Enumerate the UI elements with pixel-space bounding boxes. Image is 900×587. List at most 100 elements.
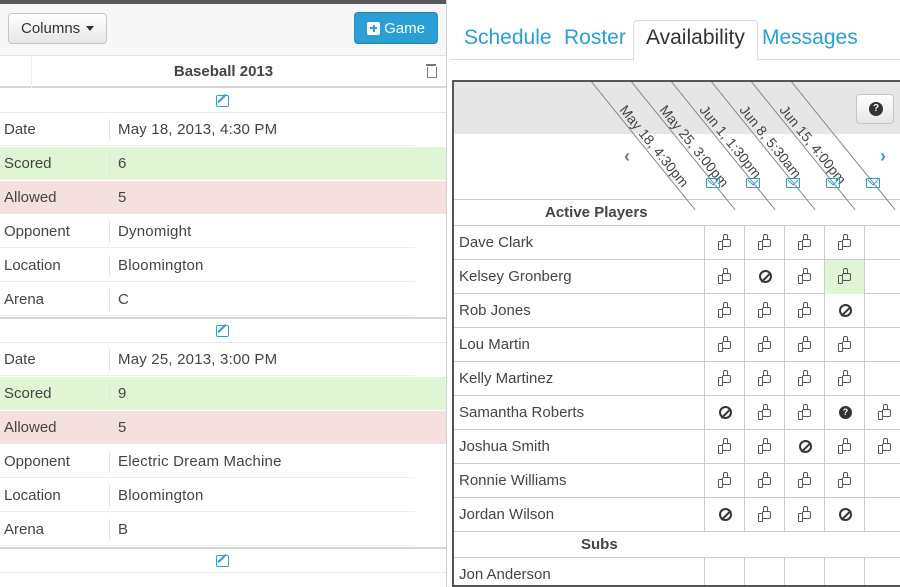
arena-row: Arena C bbox=[0, 283, 446, 317]
availability-cell[interactable] bbox=[744, 260, 784, 294]
availability-cell[interactable] bbox=[864, 328, 900, 362]
player-name[interactable]: Jon Anderson bbox=[459, 566, 551, 583]
trash-icon[interactable] bbox=[426, 64, 437, 78]
availability-cell[interactable] bbox=[784, 226, 824, 260]
opponent-row: Opponent Dynomight bbox=[0, 215, 446, 249]
availability-cell[interactable] bbox=[784, 430, 824, 464]
thumbs-up-icon bbox=[838, 268, 851, 284]
availability-cell[interactable] bbox=[824, 498, 864, 532]
player-row: Jon Anderson bbox=[454, 558, 900, 585]
tab-roster[interactable]: Roster bbox=[564, 20, 626, 60]
availability-cell[interactable] bbox=[704, 260, 744, 294]
date-row: Date May 18, 2013, 4:30 PM bbox=[0, 113, 446, 147]
availability-cell[interactable] bbox=[824, 362, 864, 396]
player-name[interactable]: Lou Martin bbox=[459, 336, 530, 353]
thumbs-up-icon bbox=[798, 302, 811, 318]
edit-icon[interactable] bbox=[216, 95, 229, 107]
season-title: Baseball 2013 bbox=[173, 63, 274, 80]
availability-cell[interactable] bbox=[824, 558, 864, 585]
availability-cell[interactable] bbox=[744, 226, 784, 260]
availability-cell[interactable] bbox=[744, 558, 784, 585]
player-name[interactable]: Ronnie Williams bbox=[459, 472, 567, 489]
availability-cell[interactable] bbox=[784, 558, 824, 585]
availability-cell[interactable] bbox=[784, 260, 824, 294]
player-name[interactable]: Kelsey Gronberg bbox=[459, 268, 572, 285]
availability-cell[interactable] bbox=[824, 464, 864, 498]
availability-cell[interactable] bbox=[704, 498, 744, 532]
availability-cell[interactable] bbox=[704, 396, 744, 430]
availability-cell[interactable] bbox=[824, 328, 864, 362]
game-card bbox=[0, 549, 446, 573]
thumbs-up-icon bbox=[718, 438, 731, 454]
availability-cell[interactable] bbox=[864, 430, 900, 464]
availability-cell[interactable] bbox=[744, 396, 784, 430]
availability-cell[interactable] bbox=[704, 558, 744, 585]
game-date: May 25, 2013, 3:00 PM bbox=[118, 351, 278, 368]
tab-bar: Schedule Roster Availability Messages bbox=[450, 20, 900, 61]
availability-cell[interactable] bbox=[864, 498, 900, 532]
help-button[interactable]: ? bbox=[856, 94, 894, 124]
tab-messages[interactable]: Messages bbox=[762, 20, 858, 60]
availability-cell[interactable] bbox=[744, 294, 784, 328]
availability-cell[interactable] bbox=[704, 430, 744, 464]
availability-cell[interactable] bbox=[864, 226, 900, 260]
thumbs-up-icon bbox=[758, 234, 771, 250]
allowed-value: 5 bbox=[118, 419, 127, 436]
chevron-right-icon[interactable]: › bbox=[880, 146, 886, 167]
availability-cell[interactable] bbox=[744, 464, 784, 498]
availability-cell[interactable] bbox=[784, 328, 824, 362]
availability-cell[interactable] bbox=[784, 464, 824, 498]
thumbs-up-icon bbox=[838, 472, 851, 488]
availability-cell[interactable] bbox=[824, 260, 864, 294]
edit-icon[interactable] bbox=[216, 325, 229, 337]
availability-cell[interactable] bbox=[704, 328, 744, 362]
plus-square-icon bbox=[367, 21, 381, 35]
player-name[interactable]: Dave Clark bbox=[459, 234, 533, 251]
availability-cell[interactable] bbox=[824, 430, 864, 464]
availability-cell[interactable] bbox=[864, 294, 900, 328]
availability-cell[interactable] bbox=[704, 294, 744, 328]
availability-cell[interactable] bbox=[704, 464, 744, 498]
availability-cell[interactable] bbox=[864, 362, 900, 396]
tab-availability[interactable]: Availability bbox=[633, 20, 758, 61]
player-name[interactable]: Kelly Martinez bbox=[459, 370, 553, 387]
availability-cell[interactable] bbox=[824, 226, 864, 260]
tab-schedule[interactable]: Schedule bbox=[464, 20, 552, 60]
mail-icon[interactable] bbox=[826, 178, 840, 188]
mail-icon[interactable] bbox=[706, 178, 720, 188]
thumbs-up-icon bbox=[838, 370, 851, 386]
availability-cell[interactable] bbox=[864, 396, 900, 430]
chevron-left-icon[interactable]: ‹ bbox=[624, 146, 630, 167]
question-icon: ? bbox=[839, 406, 852, 419]
availability-cell[interactable] bbox=[704, 362, 744, 396]
add-game-button[interactable]: Game bbox=[354, 12, 438, 44]
availability-cell[interactable] bbox=[704, 226, 744, 260]
availability-cell[interactable] bbox=[864, 558, 900, 585]
availability-cell[interactable] bbox=[744, 430, 784, 464]
availability-cell[interactable] bbox=[744, 498, 784, 532]
edit-icon[interactable] bbox=[216, 555, 229, 567]
availability-cell[interactable] bbox=[824, 294, 864, 328]
mail-icon[interactable] bbox=[746, 178, 760, 188]
player-name[interactable]: Samantha Roberts bbox=[459, 404, 584, 421]
availability-cell[interactable]: ? bbox=[824, 396, 864, 430]
availability-cell[interactable] bbox=[864, 464, 900, 498]
player-name[interactable]: Jordan Wilson bbox=[459, 506, 554, 523]
mail-icon[interactable] bbox=[786, 178, 800, 188]
player-name[interactable]: Joshua Smith bbox=[459, 438, 550, 455]
mail-icon[interactable] bbox=[866, 178, 880, 188]
availability-cell[interactable] bbox=[784, 294, 824, 328]
availability-cell[interactable] bbox=[784, 362, 824, 396]
availability-cell[interactable] bbox=[744, 328, 784, 362]
availability-cell[interactable] bbox=[744, 362, 784, 396]
player-row: Joshua Smith bbox=[454, 430, 900, 464]
player-name[interactable]: Rob Jones bbox=[459, 302, 531, 319]
availability-cell[interactable] bbox=[784, 396, 824, 430]
availability-cell[interactable] bbox=[784, 498, 824, 532]
scored-value: 6 bbox=[118, 155, 127, 172]
ban-icon bbox=[839, 304, 852, 317]
player-row: Kelsey Gronberg bbox=[454, 260, 900, 294]
availability-cell[interactable] bbox=[864, 260, 900, 294]
thumbs-up-icon bbox=[838, 336, 851, 352]
columns-button[interactable]: Columns bbox=[8, 13, 108, 44]
